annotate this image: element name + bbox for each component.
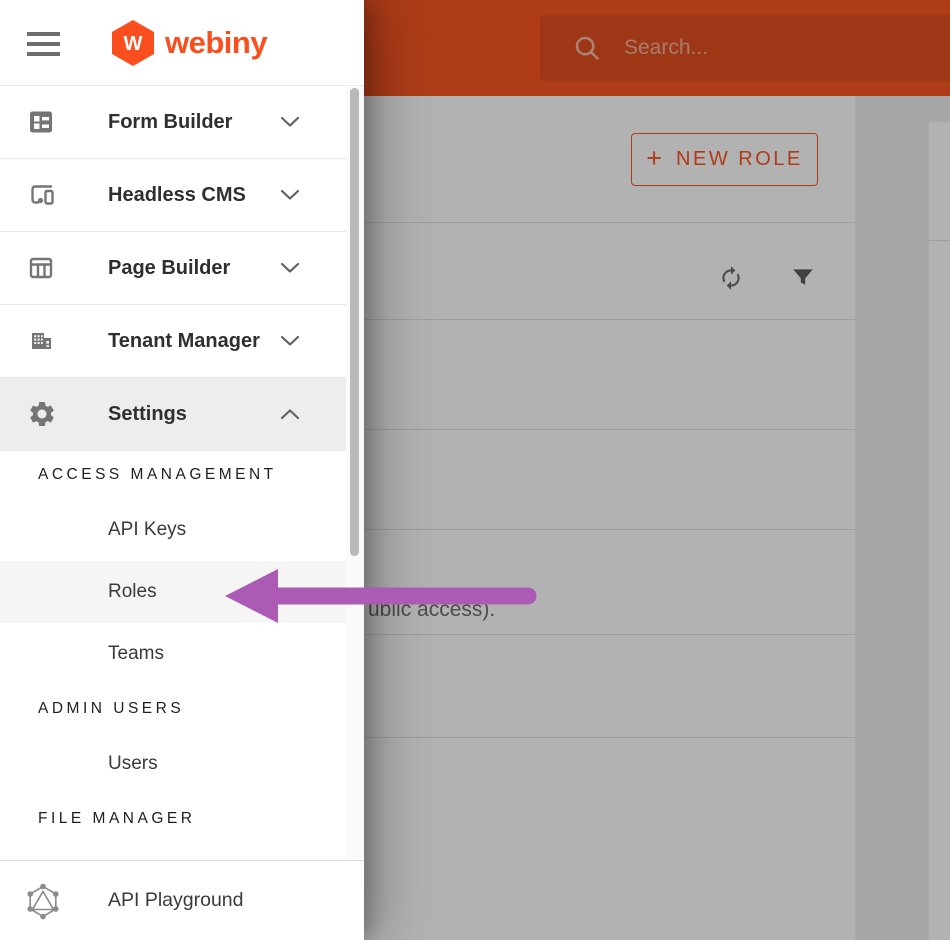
drawer-scrollbar-thumb[interactable] [350, 88, 359, 556]
sidebar-item-users[interactable]: Users [0, 733, 346, 795]
drawer-scrollbar-track [346, 87, 364, 859]
webiny-logo-icon: W [112, 20, 154, 66]
section-header-file-manager: FILE MANAGER [38, 810, 196, 827]
page-builder-icon [29, 257, 53, 279]
navigation-drawer: W webiny Form Builder Headless CMS Page … [0, 0, 364, 940]
chevron-down-icon [281, 263, 299, 273]
nav-item-label: Form Builder [108, 110, 233, 133]
chevron-down-icon [281, 117, 299, 127]
sidebar-item-roles[interactable]: Roles [0, 561, 346, 623]
section-header-admin-users: ADMIN USERS [38, 700, 185, 717]
nav-item-api-playground[interactable]: API Playground [0, 860, 364, 940]
nav-item-label: Headless CMS [108, 183, 246, 206]
nav-item-label: API Playground [108, 889, 244, 911]
graphql-icon [27, 883, 59, 920]
nav-item-headless-cms[interactable]: Headless CMS [0, 159, 346, 232]
nav-item-label: Settings [108, 402, 187, 425]
nav-item-tenant-manager[interactable]: Tenant Manager [0, 305, 346, 378]
chevron-down-icon [281, 336, 299, 346]
settings-icon [30, 402, 54, 426]
menu-hamburger-button[interactable] [27, 32, 60, 56]
webiny-logo: W webiny [110, 19, 268, 67]
sidebar-item-api-keys[interactable]: API Keys [0, 499, 346, 561]
headless-cms-icon [31, 185, 54, 205]
nav-item-label: Page Builder [108, 256, 231, 279]
svg-text:W: W [124, 33, 143, 55]
chevron-down-icon [281, 190, 299, 200]
nav-item-form-builder[interactable]: Form Builder [0, 86, 346, 159]
nav-item-settings[interactable]: Settings [0, 378, 346, 451]
tenant-manager-icon [32, 333, 51, 349]
form-builder-icon [30, 111, 52, 133]
chevron-up-icon [281, 409, 299, 419]
drawer-header: W webiny [0, 0, 364, 86]
section-header-access-management: ACCESS MANAGEMENT [38, 466, 277, 483]
drawer-menu: Form Builder Headless CMS Page Builder T… [0, 86, 346, 843]
brand-name: webiny [165, 25, 268, 60]
nav-item-label: Tenant Manager [108, 329, 260, 352]
nav-item-page-builder[interactable]: Page Builder [0, 232, 346, 305]
sidebar-item-teams[interactable]: Teams [0, 623, 346, 685]
